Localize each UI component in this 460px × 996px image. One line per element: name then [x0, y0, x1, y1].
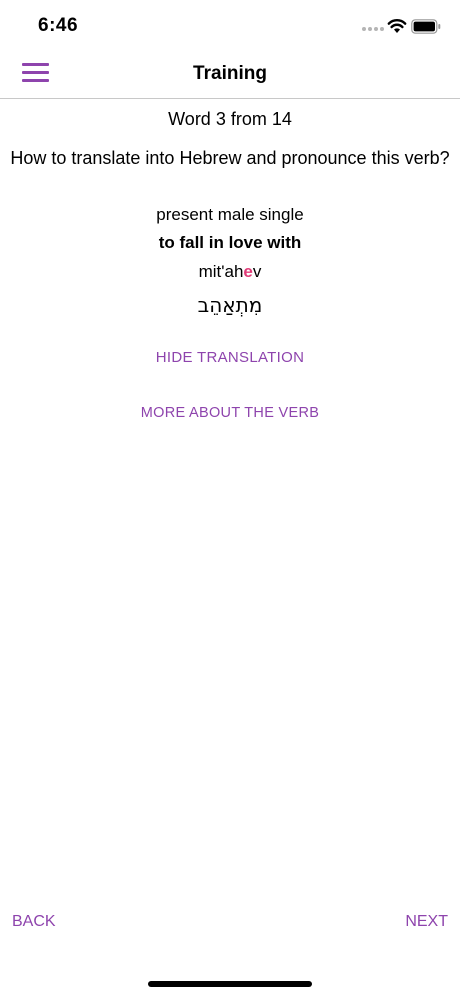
training-screen: 6:46 Training Word 3 from 14 How to tran… — [0, 0, 460, 996]
next-button[interactable]: NEXT — [405, 913, 448, 931]
home-indicator — [148, 981, 312, 987]
battery-icon — [411, 19, 441, 34]
transliteration-start: mit'ah — [198, 262, 244, 281]
wifi-icon — [387, 19, 407, 33]
hide-translation-button[interactable]: HIDE TRANSLATION — [0, 349, 460, 366]
question-text: How to translate into Hebrew and pronoun… — [10, 148, 450, 168]
page-title: Training — [193, 63, 267, 84]
status-bar: 6:46 — [0, 0, 460, 50]
signal-icon — [362, 27, 384, 31]
more-about-verb-button[interactable]: MORE ABOUT THE VERB — [0, 405, 460, 421]
transliteration-stress: e — [243, 262, 253, 281]
transliteration: mit'ahev — [0, 262, 460, 282]
verb-english: to fall in love with — [158, 233, 302, 252]
transliteration-end: v — [252, 262, 262, 281]
back-button[interactable]: BACK — [12, 913, 56, 931]
status-time: 6:46 — [38, 15, 79, 36]
hebrew-word: מִתְאַהֵב — [197, 293, 263, 317]
word-counter: Word 3 from 14 — [168, 109, 292, 129]
verb-form: present male single — [156, 205, 304, 224]
nav-bar: Training — [0, 50, 460, 99]
